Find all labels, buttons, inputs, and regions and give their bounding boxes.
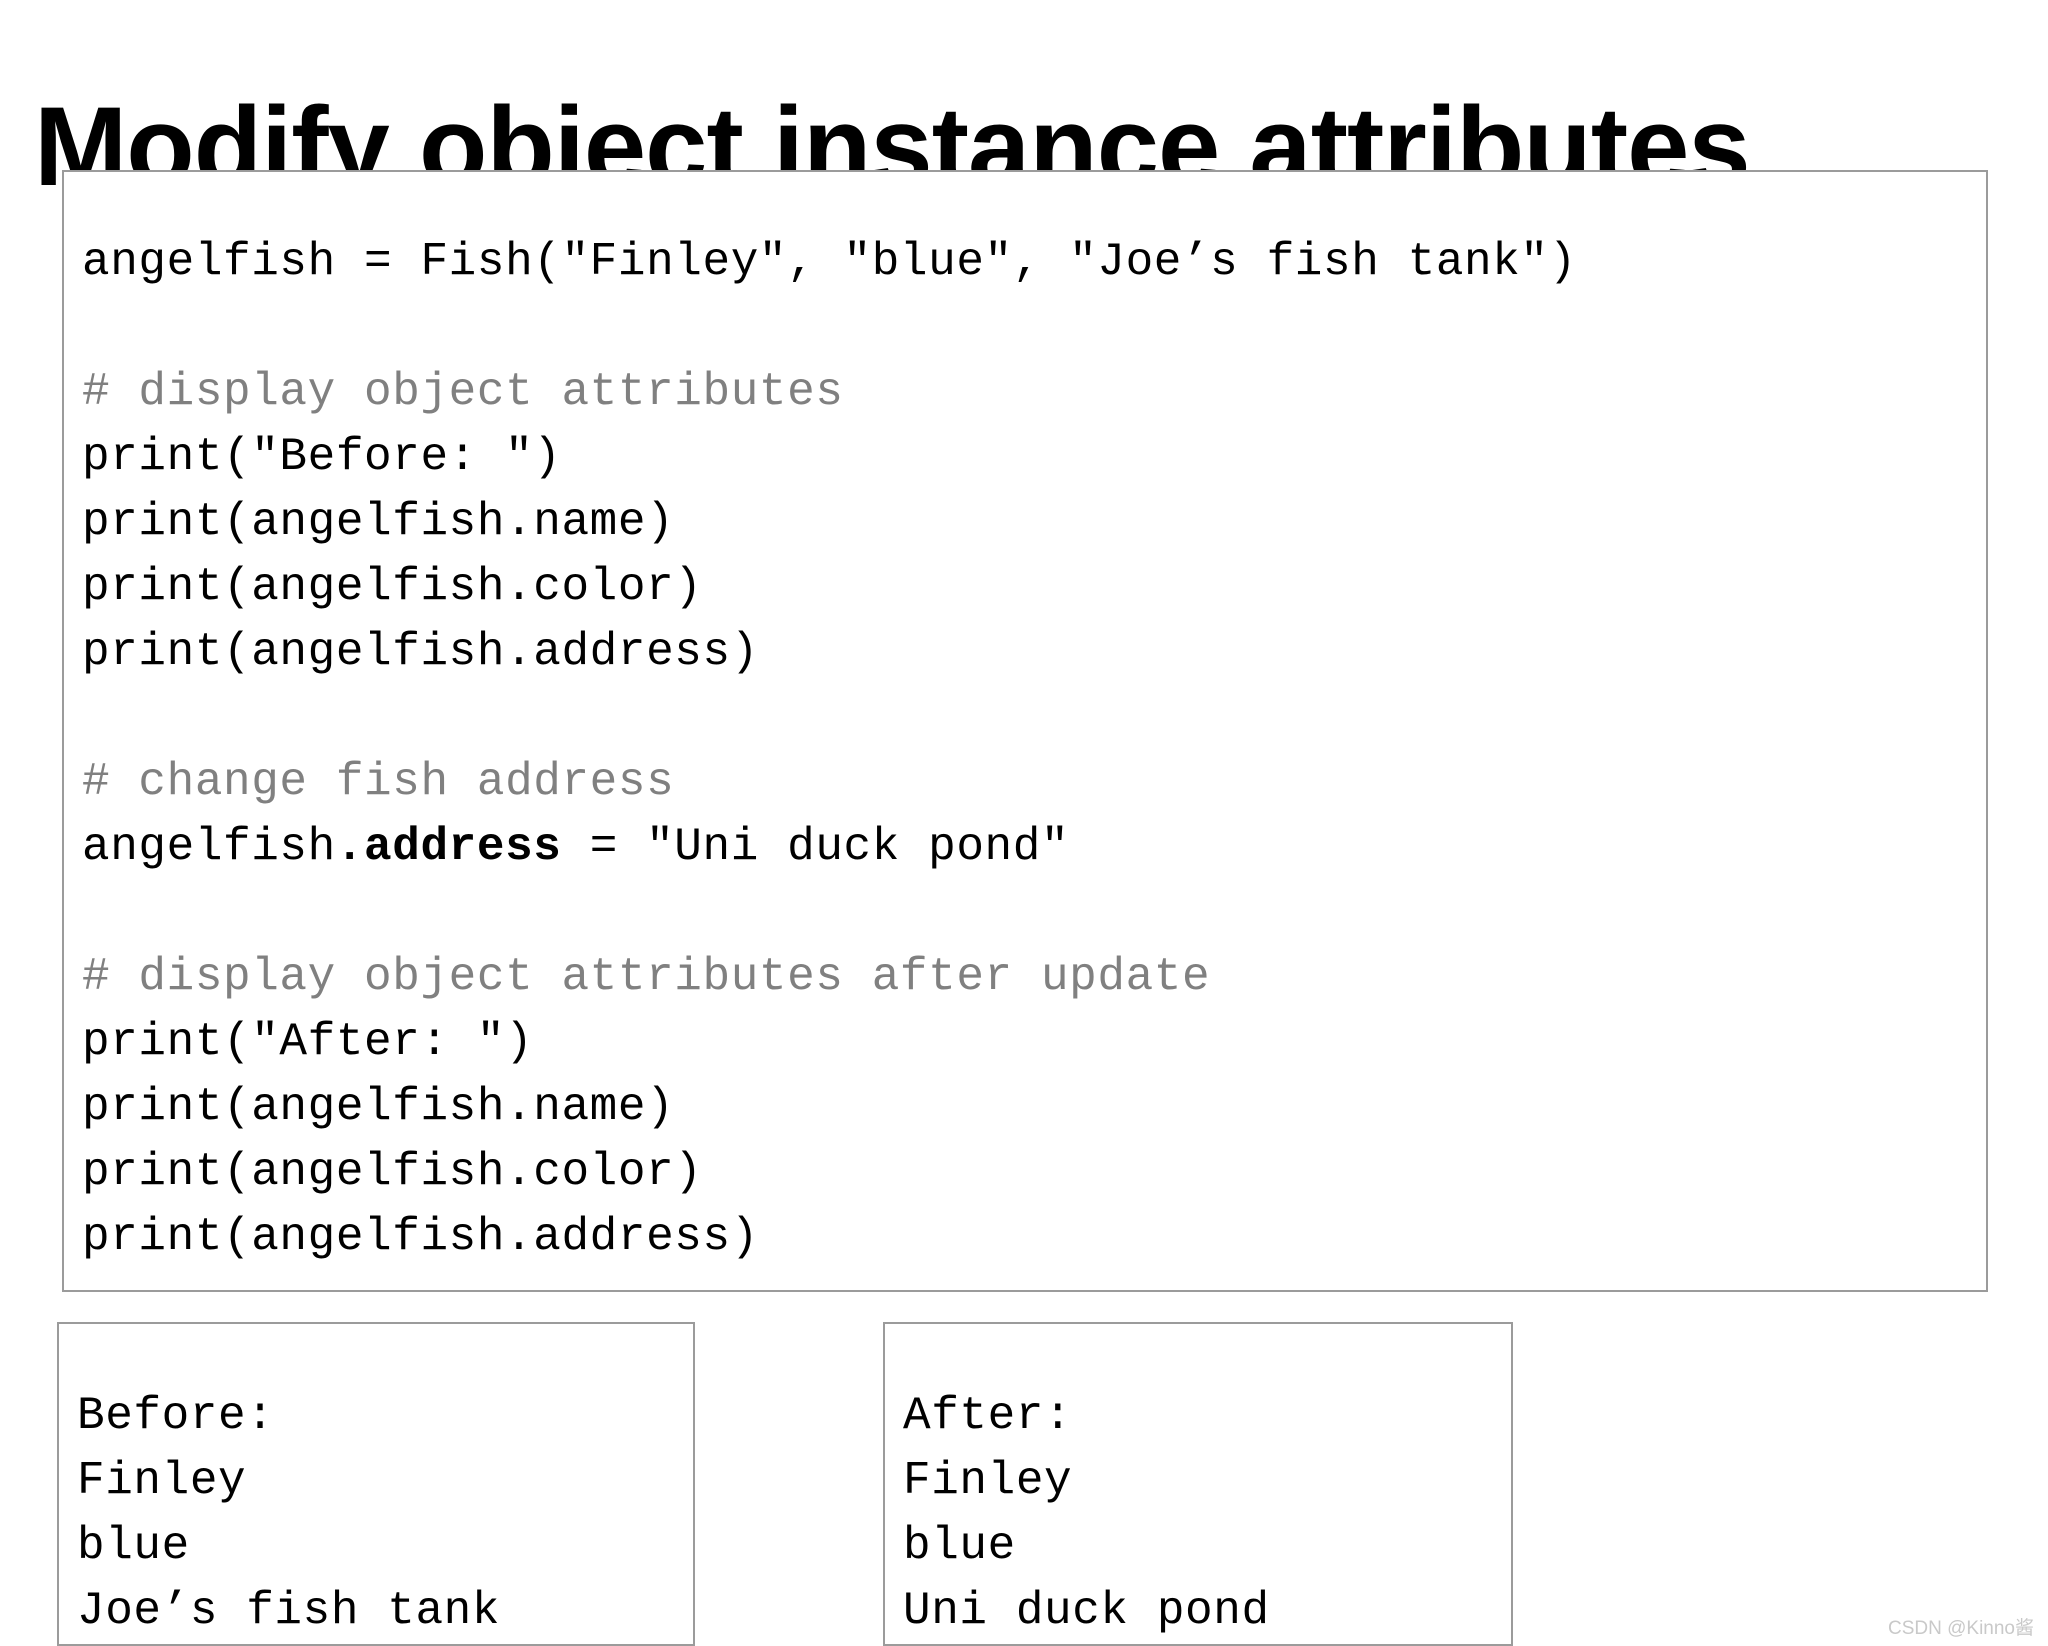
- output-line: blue: [903, 1520, 1016, 1572]
- comment-text: # display object attributes: [82, 366, 844, 418]
- code-comment-line: # change fish address: [82, 750, 1577, 815]
- code-comment-line: # display object attributes: [82, 360, 1577, 425]
- code-text: print("Before: "): [82, 431, 562, 483]
- code-line: print("After: "): [82, 1010, 1577, 1075]
- comment-text: # change fish address: [82, 756, 675, 808]
- code-line: print(angelfish.address): [82, 1205, 1577, 1270]
- code-block-container: angelfish = Fish("Finley", "blue", "Joe’…: [62, 170, 1988, 1292]
- code-text: angelfish: [82, 821, 336, 873]
- output-before-listing: Before: Finley blue Joe’s fish tank: [77, 1384, 500, 1644]
- output-line: Finley: [903, 1455, 1073, 1507]
- code-line: print(angelfish.color): [82, 1140, 1577, 1205]
- code-line: angelfish.address = "Uni duck pond": [82, 815, 1577, 880]
- code-line: angelfish = Fish("Finley", "blue", "Joe’…: [82, 230, 1577, 295]
- code-line: print(angelfish.color): [82, 555, 1577, 620]
- highlighted-attribute: .address: [335, 821, 562, 873]
- output-line: blue: [77, 1520, 190, 1572]
- output-after-listing: After: Finley blue Uni duck pond: [903, 1384, 1270, 1644]
- output-before-container: Before: Finley blue Joe’s fish tank: [57, 1322, 695, 1646]
- code-text: print(angelfish.name): [82, 1081, 675, 1133]
- code-text: print(angelfish.name): [82, 496, 675, 548]
- code-text: = "Uni duck pond": [561, 821, 1070, 873]
- code-text: print(angelfish.address): [82, 626, 759, 678]
- code-listing: angelfish = Fish("Finley", "blue", "Joe’…: [82, 230, 1577, 1270]
- output-after-container: After: Finley blue Uni duck pond: [883, 1322, 1513, 1646]
- code-line: print(angelfish.address): [82, 620, 1577, 685]
- output-line: Joe’s fish tank: [77, 1585, 501, 1637]
- watermark: CSDN @Kinno酱: [1888, 1618, 2034, 1639]
- code-text: print(angelfish.color): [82, 561, 703, 613]
- code-text: print(angelfish.color): [82, 1146, 703, 1198]
- output-line: After:: [903, 1390, 1073, 1442]
- output-line: Finley: [77, 1455, 247, 1507]
- code-line: print(angelfish.name): [82, 490, 1577, 555]
- comment-text: # display object attributes after update: [82, 951, 1211, 1003]
- code-comment-line: # display object attributes after update: [82, 945, 1577, 1010]
- code-line: print("Before: "): [82, 425, 1577, 490]
- output-line: Before:: [77, 1390, 275, 1442]
- code-text: angelfish = Fish("Finley", "blue", "Joe’…: [82, 236, 1577, 288]
- code-line: print(angelfish.name): [82, 1075, 1577, 1140]
- code-text: print("After: "): [82, 1016, 534, 1068]
- output-line: Uni duck pond: [903, 1585, 1270, 1637]
- code-text: print(angelfish.address): [82, 1211, 759, 1263]
